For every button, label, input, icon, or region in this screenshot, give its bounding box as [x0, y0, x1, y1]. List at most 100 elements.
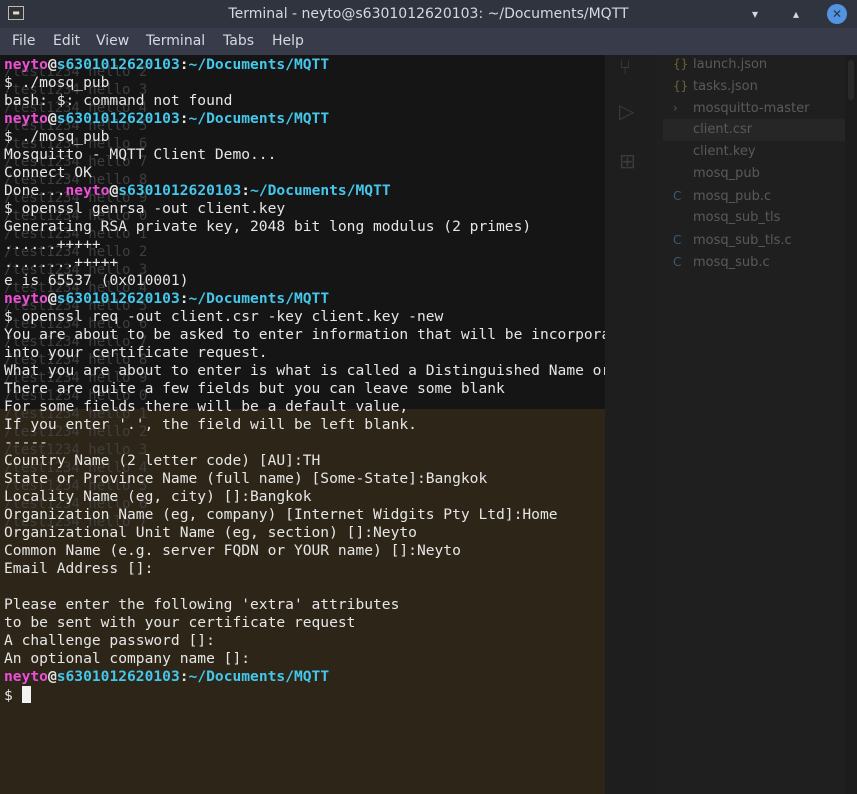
prompt-user: neyto	[65, 182, 110, 199]
explorer-file[interactable]: Cmosq_sub.c	[673, 251, 853, 273]
prompt-host: s6301012620103	[56, 56, 180, 73]
prompt-at: @	[47, 290, 57, 307]
terminal-output: neyto@s6301012620103:~/Documents/MQTT $ .…	[4, 56, 605, 704]
terminal-line: $ openssl req -out client.csr -key clien…	[4, 308, 444, 325]
vscode-activity-bar: ⑂ ▷ ⊞	[605, 55, 655, 794]
terminal-line: There are quite a few fields but you can…	[4, 380, 505, 397]
prompt-user: neyto	[4, 56, 48, 73]
c-file-icon: C	[673, 255, 682, 269]
explorer-file-label: client.csr	[693, 122, 753, 137]
prompt-host: s6301012620103	[56, 290, 180, 307]
terminal-line: Common Name (e.g. server FQDN or YOUR na…	[4, 542, 461, 559]
prompt-path: ~/Documents/MQTT	[188, 56, 330, 73]
explorer-file[interactable]: mosq_sub_tls	[673, 207, 853, 229]
explorer-file[interactable]: Cmosq_sub_tls.c	[673, 229, 853, 251]
c-file-icon: C	[673, 189, 682, 203]
terminal-line: ........+++++	[4, 254, 119, 271]
terminal-line: An optional company name []:	[4, 650, 251, 667]
prompt-user: neyto	[4, 290, 48, 307]
explorer-file[interactable]: client.csr	[663, 119, 853, 141]
menu-view[interactable]: View	[96, 33, 129, 49]
window-title: Terminal - neyto@s6301012620103: ~/Docum…	[228, 6, 629, 22]
terminal-line: -----	[4, 434, 48, 451]
explorer-file-label: launch.json	[693, 57, 768, 72]
explorer-file[interactable]: client.key	[673, 141, 853, 163]
scrollbar-thumb[interactable]	[848, 60, 854, 100]
menu-help[interactable]: Help	[272, 33, 304, 49]
terminal-line: If you enter '.', the field will be left…	[4, 416, 417, 433]
prompt-path: ~/Documents/MQTT	[188, 290, 330, 307]
terminal-line: You are about to be asked to enter infor…	[4, 326, 605, 343]
prompt-path: ~/Documents/MQTT	[188, 668, 330, 685]
terminal-line: neyto@s6301012620103:~/Documents/MQTT	[4, 110, 605, 128]
terminal-line: Country Name (2 letter code) [AU]:TH	[4, 452, 321, 469]
menu-edit[interactable]: Edit	[53, 33, 80, 49]
prompt-user: neyto	[4, 668, 48, 685]
prompt-path: ~/Documents/MQTT	[188, 110, 330, 127]
prompt-at: @	[47, 110, 57, 127]
terminal-line: Organizational Unit Name (eg, section) […	[4, 524, 417, 541]
terminal-line: to be sent with your certificate request	[4, 614, 356, 631]
terminal-line: Mosquitto - MQTT Client Demo...	[4, 146, 277, 163]
terminal-line: Done...neyto@s6301012620103:~/Documents/…	[4, 182, 605, 200]
json-icon: {}	[673, 79, 689, 93]
explorer-file-label: mosq_sub_tls	[693, 210, 781, 225]
terminal-line: neyto@s6301012620103:~/Documents/MQTT	[4, 56, 605, 74]
close-icon[interactable]: ✕	[827, 4, 847, 24]
terminal-line: Locality Name (eg, city) []:Bangkok	[4, 488, 312, 505]
menu-file[interactable]: File	[12, 33, 35, 49]
prompt-colon: :	[179, 110, 189, 127]
prompt-colon: :	[241, 182, 251, 199]
done-text: Done...	[4, 182, 66, 199]
prompt-at: @	[109, 182, 119, 199]
terminal-line: ......+++++	[4, 236, 101, 253]
terminal-line: $	[4, 686, 605, 704]
terminal-line: into your certificate request.	[4, 344, 268, 361]
window-titlebar[interactable]: ▬ Terminal - neyto@s6301012620103: ~/Doc…	[0, 0, 857, 28]
terminal-line: $ openssl genrsa -out client.key	[4, 200, 286, 217]
terminal-line: neyto@s6301012620103:~/Documents/MQTT	[4, 668, 605, 686]
prompt-host: s6301012620103	[56, 668, 180, 685]
background-vscode-window: ⑂ ▷ ⊞ {} launch.json {} tasks.json › mosquitt…	[605, 55, 857, 794]
explorer-file-label: client.key	[693, 144, 756, 159]
explorer-file[interactable]: {} tasks.json	[673, 75, 853, 97]
json-icon: {}	[673, 57, 689, 71]
prompt-colon: :	[179, 56, 189, 73]
prompt-path: ~/Documents/MQTT	[250, 182, 391, 199]
prompt-colon: :	[179, 290, 189, 307]
explorer-file-label: mosq_pub.c	[693, 189, 772, 204]
terminal-line: What you are about to enter is what is c…	[4, 362, 605, 379]
explorer-file-label: mosq_sub_tls.c	[693, 233, 792, 248]
explorer-file[interactable]: mosq_pub	[673, 163, 853, 185]
terminal-line: State or Province Name (full name) [Some…	[4, 470, 488, 487]
explorer-file[interactable]: › mosquitto-master	[673, 97, 853, 119]
explorer-file[interactable]: Cmosq_pub.c	[673, 185, 853, 207]
vscode-explorer: {} launch.json {} tasks.json › mosquitto-mast…	[655, 55, 857, 794]
terminal-line: $ ./mosq_pub	[4, 74, 110, 91]
terminal-line: Email Address []:	[4, 560, 154, 577]
prompt-host: s6301012620103	[56, 110, 180, 127]
terminal-line: Generating RSA private key, 2048 bit lon…	[4, 218, 532, 235]
explorer-file-label: mosq_pub	[693, 166, 760, 181]
explorer-file[interactable]: {} launch.json	[673, 53, 853, 75]
prompt-host: s6301012620103	[118, 182, 242, 199]
terminal-line: Please enter the following 'extra' attri…	[4, 596, 400, 613]
terminal-view[interactable]: /test1234 hello 2/test1234 hello 3/test1…	[0, 55, 605, 794]
terminal-line: neyto@s6301012620103:~/Documents/MQTT	[4, 290, 605, 308]
terminal-line: bash: $: command not found	[4, 92, 233, 109]
prompt-at: @	[47, 56, 57, 73]
menubar: File Edit View Terminal Tabs Help	[0, 28, 857, 55]
terminal-line: Connect OK	[4, 164, 92, 181]
minimize-icon[interactable]: ▾	[745, 4, 765, 24]
text-cursor	[21, 686, 31, 703]
menu-tabs[interactable]: Tabs	[223, 33, 254, 49]
explorer-file-label: mosquitto-master	[693, 101, 810, 116]
explorer-file-label: tasks.json	[693, 79, 758, 94]
source-control-icon: ⑂	[619, 55, 631, 79]
menu-terminal[interactable]: Terminal	[146, 33, 205, 49]
maximize-icon[interactable]: ▴	[786, 4, 806, 24]
scrollbar[interactable]	[845, 55, 857, 794]
run-debug-icon: ▷	[619, 99, 635, 123]
chevron-right-icon: ›	[673, 101, 678, 115]
